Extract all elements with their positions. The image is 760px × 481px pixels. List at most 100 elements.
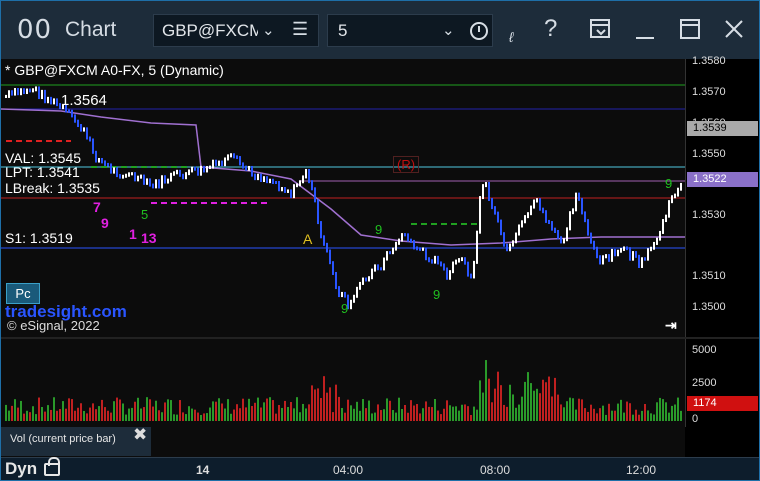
lock-icon[interactable] — [44, 457, 60, 476]
candle — [182, 173, 184, 180]
maximize-icon[interactable] — [679, 18, 701, 40]
copyright: © eSignal, 2022 — [7, 318, 100, 333]
dyn-mode-label[interactable]: Dyn — [5, 459, 37, 479]
help-icon[interactable]: ? — [544, 15, 557, 43]
symbol-selector[interactable]: GBP@FXCM ⌄ ☰ — [153, 14, 319, 47]
volume-bar — [161, 412, 163, 421]
candle — [575, 192, 577, 212]
volume-bar — [329, 387, 331, 421]
candle — [185, 172, 187, 180]
window-title: Chart — [65, 18, 117, 41]
volume-bar — [377, 404, 379, 421]
candle — [350, 299, 352, 310]
volume-bar — [419, 413, 421, 421]
volume-bar — [506, 406, 508, 421]
volume-bar — [548, 376, 550, 421]
candle — [365, 277, 367, 282]
volume-bar — [374, 412, 376, 421]
volume-bar — [488, 378, 490, 421]
volume-bar — [527, 372, 529, 421]
candle — [506, 243, 508, 252]
close-icon[interactable] — [723, 18, 745, 40]
volume-bar — [263, 402, 265, 421]
volume-bar — [215, 401, 217, 421]
candle — [398, 238, 400, 245]
link-icon[interactable]: ℓ — [509, 29, 514, 45]
candle — [248, 165, 250, 171]
candle — [578, 192, 580, 201]
volume-bar — [227, 399, 229, 421]
candle — [161, 175, 163, 189]
volume-bar — [182, 412, 184, 421]
candle — [29, 88, 31, 93]
volume-bar — [86, 413, 88, 421]
volume-bar — [431, 407, 433, 421]
volume-bar — [122, 403, 124, 421]
volume-bar — [551, 396, 553, 421]
price-axis[interactable]: 1.3580 1.3570 1.3560 1.3550 1.3530 1.351… — [685, 55, 759, 337]
candle — [17, 88, 19, 96]
candle — [461, 257, 463, 262]
volume-bar — [131, 407, 133, 421]
candle — [677, 187, 679, 197]
volume-bar — [386, 398, 388, 421]
candle — [80, 124, 82, 132]
candle — [569, 211, 571, 231]
volume-bar — [356, 401, 358, 421]
pc-button[interactable]: Pc — [6, 283, 40, 304]
chevron-down-icon[interactable]: ⌄ — [442, 21, 455, 39]
volume-bar — [104, 407, 106, 421]
candle — [56, 98, 58, 107]
layout-icon[interactable] — [589, 18, 611, 40]
menu-icon[interactable]: ☰ — [292, 19, 308, 40]
clock-icon[interactable] — [470, 22, 488, 40]
chevron-down-icon[interactable]: ⌄ — [262, 21, 275, 39]
lpt-label: LPT: 1.3541 — [5, 164, 80, 180]
candle — [599, 255, 601, 265]
interval-selector[interactable]: 5 ⌄ — [327, 14, 493, 47]
volume-bar — [338, 396, 340, 421]
symbol-text[interactable]: GBP@FXCM — [162, 21, 258, 41]
candle — [659, 230, 661, 241]
volume-bar — [359, 410, 361, 421]
candle — [671, 195, 673, 204]
volume-bar — [599, 408, 601, 421]
candle — [134, 172, 136, 182]
count-13: 13 — [141, 230, 157, 246]
candle — [290, 189, 292, 199]
price-plot[interactable]: * GBP@FXCM A0-FX, 5 (Dynamic) 1.3564 VAL… — [1, 59, 685, 337]
volume-bar — [665, 402, 667, 421]
volume-bar — [293, 408, 295, 421]
candle — [650, 246, 652, 252]
close-icon[interactable]: ✖ — [133, 425, 147, 445]
candle — [284, 187, 286, 193]
volume-bar — [635, 409, 637, 421]
volume-bar — [482, 392, 484, 421]
volume-bar — [239, 408, 241, 421]
volume-bar — [413, 405, 415, 421]
volume-bar — [569, 397, 571, 421]
candle — [86, 127, 88, 140]
s1-label: S1: 1.3519 — [5, 230, 73, 246]
time-label: 12:00 — [626, 463, 657, 477]
volume-bar — [380, 410, 382, 421]
scroll-to-end-icon[interactable]: ⇥ — [665, 317, 677, 334]
candle — [473, 260, 475, 279]
minimize-icon[interactable] — [634, 19, 656, 41]
volume-bar — [83, 410, 85, 421]
volume-bar — [257, 397, 259, 421]
count-7: 7 — [93, 199, 101, 215]
candle — [89, 136, 91, 142]
interval-text[interactable]: 5 — [338, 21, 347, 41]
volume-bar — [254, 402, 256, 421]
candle — [20, 88, 22, 96]
volume-axis[interactable]: 5000 2500 0 — [685, 339, 759, 427]
title-bar: 00 Chart GBP@FXCM ⌄ ☰ 5 ⌄ ℓ ? — [1, 1, 759, 59]
top-value-label: 1.3564 — [61, 92, 107, 109]
candle — [422, 247, 424, 251]
candle — [272, 178, 274, 185]
candle — [500, 219, 502, 236]
candle — [626, 246, 628, 251]
count-9-green-2: 9 — [341, 301, 349, 316]
volume-bar — [317, 388, 319, 421]
